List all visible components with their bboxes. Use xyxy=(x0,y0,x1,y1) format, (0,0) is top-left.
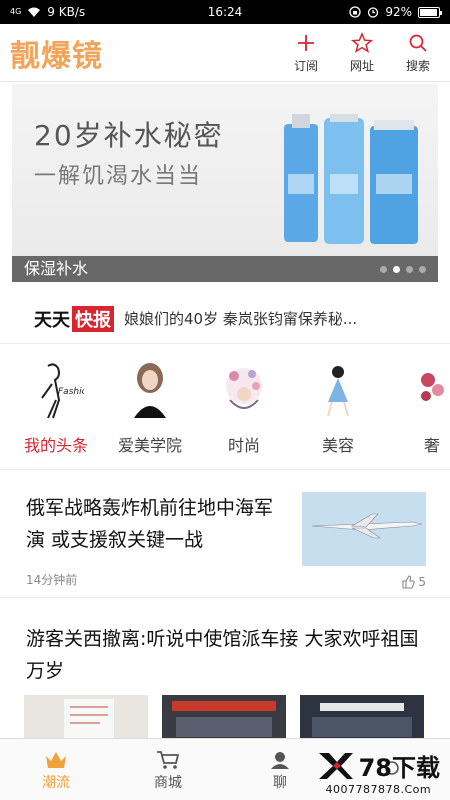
news-card[interactable]: 俄军战略轰炸机前往地中海军演 或支援叙关键一战 14分钟前 5 xyxy=(0,478,450,598)
woman-portrait-icon xyxy=(120,360,180,420)
tab-luxury[interactable]: 奢 xyxy=(382,360,450,469)
tab-label: 爱美学院 xyxy=(117,436,182,455)
wifi-icon xyxy=(28,7,41,17)
banner-dot[interactable] xyxy=(380,266,387,273)
tab-label: 奢 xyxy=(423,436,440,455)
ticker-headline[interactable]: 娘娘们的40岁 秦岚张钧甯保养秘... xyxy=(124,308,414,329)
ticker-badge-part2: 快报 xyxy=(72,305,114,332)
subscribe-button[interactable]: 订阅 xyxy=(290,31,322,74)
banner-caption-text: 保湿补水 xyxy=(24,259,89,278)
bookmarks-label: 网址 xyxy=(349,59,374,73)
news-title[interactable]: 游客关西撤离:听说中使馆派车接 大家欢呼祖国万岁 xyxy=(26,623,426,687)
promo-banner[interactable]: 20岁补水秘密 一解饥渴水当当 保湿补水 xyxy=(12,84,438,282)
banner-subline: 一解饥渴水当当 xyxy=(34,164,203,189)
status-bar: 4G 9 KB/s 16:24 92% xyxy=(0,0,450,24)
news-ticker[interactable]: 天天 快报 娘娘们的40岁 秦岚张钧甯保养秘... xyxy=(0,294,450,344)
ticker-badge: 天天 快报 xyxy=(34,305,114,332)
nav-mall[interactable]: 商城 xyxy=(112,739,224,800)
news-card[interactable]: 游客关西撤离:听说中使馆派车接 大家欢呼祖国万岁 xyxy=(0,615,450,740)
tab-label: 美容 xyxy=(321,436,354,455)
cart-icon xyxy=(156,748,180,772)
banner-dot[interactable] xyxy=(419,266,426,273)
bookmarks-button[interactable]: 网址 xyxy=(346,31,378,74)
fashion-illustration-icon: Fashion xyxy=(26,360,86,420)
battery-icon xyxy=(418,6,442,18)
news-time: 14分钟前 xyxy=(26,573,78,587)
search-icon xyxy=(406,31,430,55)
flower-illustration-icon xyxy=(402,360,450,420)
tab-my-headlines[interactable]: Fashion 我的头条 xyxy=(6,360,106,469)
crown-icon xyxy=(44,748,68,772)
network-speed: 9 KB/s xyxy=(47,5,86,19)
banner-headline: 20岁补水秘密 xyxy=(34,119,224,152)
plus-icon xyxy=(294,31,318,55)
thumbs-up-icon xyxy=(402,575,416,589)
app-logo: 靓爆镜 xyxy=(10,38,103,74)
category-tabs: Fashion 我的头条 爱美学院 时尚 美容 奢 xyxy=(0,360,450,470)
banner-caption: 保湿补水 xyxy=(12,256,438,282)
search-label: 搜索 xyxy=(405,59,430,73)
news-photo-crowd xyxy=(162,695,286,740)
alarm-icon xyxy=(368,7,379,18)
nav-label: 商城 xyxy=(154,774,182,791)
chat-icon xyxy=(268,748,292,772)
star-icon xyxy=(350,31,374,55)
like-button[interactable]: 5 xyxy=(401,575,426,589)
news-image-strip xyxy=(24,695,426,740)
tab-cosmetology[interactable]: 美容 xyxy=(288,360,388,469)
bottom-navigation: 潮流 商城 聊 xyxy=(0,738,450,800)
banner-dot-active[interactable] xyxy=(393,266,400,273)
profile-icon xyxy=(380,758,404,782)
nav-label: 潮流 xyxy=(42,774,70,791)
nav-label: 聊 xyxy=(273,774,287,791)
news-title[interactable]: 俄军战略轰炸机前往地中海军演 或支援叙关键一战 xyxy=(26,492,286,556)
nav-profile[interactable] xyxy=(336,739,448,800)
nav-chat[interactable]: 聊 xyxy=(224,739,336,800)
news-photo-airport xyxy=(300,695,424,740)
news-photo-document xyxy=(24,695,148,740)
subscribe-label: 订阅 xyxy=(293,59,318,73)
banner-pagination xyxy=(380,266,426,273)
lock-rotation-icon xyxy=(349,6,361,18)
tab-fashion[interactable]: 时尚 xyxy=(194,360,294,469)
bomber-jet-thumbnail xyxy=(302,492,426,566)
nav-trends[interactable]: 潮流 xyxy=(0,739,112,800)
battery-percent: 92% xyxy=(385,5,412,19)
tab-label: 我的头条 xyxy=(23,436,88,455)
ticker-badge-part1: 天天 xyxy=(34,309,70,331)
network-indicator: 4G xyxy=(10,7,22,16)
girl-illustration-icon xyxy=(308,360,368,420)
like-count: 5 xyxy=(418,575,426,589)
app-header: 靓爆镜 订阅 网址 搜索 xyxy=(0,24,450,82)
tab-label: 时尚 xyxy=(227,436,260,455)
floral-hair-icon xyxy=(214,360,274,420)
search-button[interactable]: 搜索 xyxy=(402,31,434,74)
svg-text:Fashion: Fashion xyxy=(58,387,84,397)
banner-dot[interactable] xyxy=(406,266,413,273)
product-bottles-image xyxy=(284,114,418,244)
tab-beauty-academy[interactable]: 爱美学院 xyxy=(100,360,200,469)
